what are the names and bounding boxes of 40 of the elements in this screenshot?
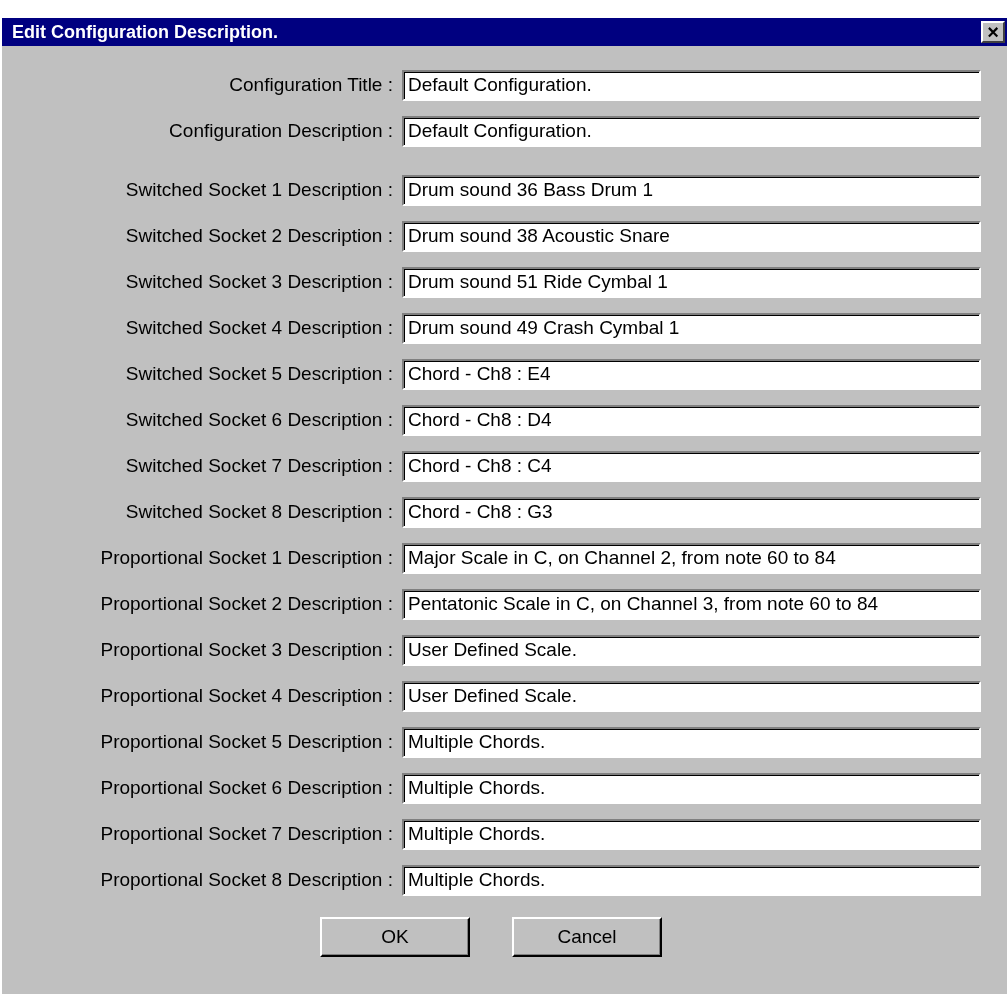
field-label: Switched Socket 4 Description : xyxy=(124,315,394,340)
input-field[interactable]: Chord - Ch8 : E4 xyxy=(402,358,981,390)
input-field[interactable]: Chord - Ch8 : C4 xyxy=(402,450,981,482)
field-label: Switched Socket 8 Description : xyxy=(124,499,394,524)
field-label: Switched Socket 2 Description : xyxy=(124,223,394,248)
input-field[interactable]: Multiple Chords. xyxy=(402,818,981,850)
input-field[interactable]: Drum sound 38 Acoustic Snare xyxy=(402,220,981,252)
close-button[interactable]: × xyxy=(981,21,1005,43)
cancel-button[interactable]: Cancel xyxy=(512,917,662,957)
field-label: Proportional Socket 5 Description : xyxy=(99,729,394,754)
input-field[interactable]: Pentatonic Scale in C, on Channel 3, from note 60 to 84 xyxy=(402,588,981,620)
input-field[interactable]: Chord - Ch8 : D4 xyxy=(402,404,981,436)
field-label: Switched Socket 3 Description : xyxy=(124,269,394,294)
field-label: Proportional Socket 8 Description : xyxy=(99,867,394,892)
field-label: Proportional Socket 7 Description : xyxy=(99,821,394,846)
input-field[interactable]: User Defined Scale. xyxy=(402,680,981,712)
input-field[interactable]: Multiple Chords. xyxy=(402,726,981,758)
field-label: Proportional Socket 6 Description : xyxy=(99,775,394,800)
ok-button[interactable]: OK xyxy=(320,917,470,957)
field-label: Switched Socket 5 Description : xyxy=(124,361,394,386)
field-label: Proportional Socket 1 Description : xyxy=(99,545,394,570)
input-field[interactable]: Drum sound 49 Crash Cymbal 1 xyxy=(402,312,981,344)
field-label: Configuration Title : xyxy=(228,72,394,97)
input-field[interactable]: Chord - Ch8 : G3 xyxy=(402,496,981,528)
input-field[interactable]: Default Configuration. xyxy=(402,69,981,101)
input-field[interactable]: Drum sound 51 Ride Cymbal 1 xyxy=(402,266,981,298)
field-label: Proportional Socket 3 Description : xyxy=(99,637,394,662)
field-label: Configuration Description : xyxy=(168,118,394,143)
field-label: Switched Socket 6 Description : xyxy=(124,407,394,432)
input-field[interactable]: Multiple Chords. xyxy=(402,864,981,896)
window-title: Edit Configuration Description. xyxy=(12,20,278,44)
field-label: Switched Socket 1 Description : xyxy=(124,177,394,202)
field-label: Proportional Socket 2 Description : xyxy=(99,591,394,616)
field-label: Proportional Socket 4 Description : xyxy=(99,683,394,708)
input-field[interactable]: User Defined Scale. xyxy=(402,634,981,666)
input-field[interactable]: Multiple Chords. xyxy=(402,772,981,804)
input-field[interactable]: Default Configuration. xyxy=(402,115,981,147)
field-label: Switched Socket 7 Description : xyxy=(124,453,394,478)
input-field[interactable]: Major Scale in C, on Channel 2, from note 60 to 84 xyxy=(402,542,981,574)
input-field[interactable]: Drum sound 36 Bass Drum 1 xyxy=(402,174,981,206)
